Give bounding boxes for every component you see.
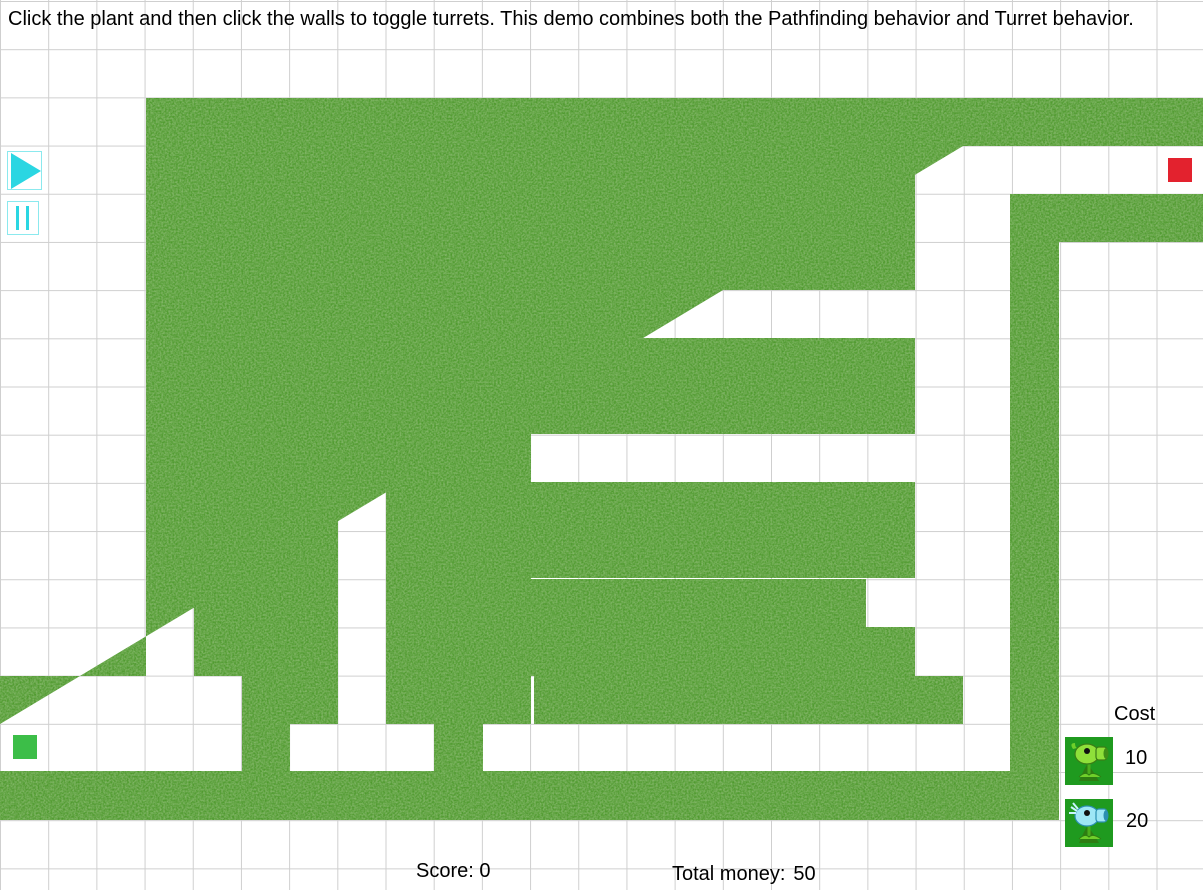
money-display: Total money: 50: [672, 863, 816, 886]
score-label: Score:: [416, 860, 474, 882]
end-marker: [1168, 158, 1192, 182]
play-button[interactable]: [7, 151, 42, 190]
grass-texture: [0, 98, 1203, 820]
money-label: Total money:: [672, 863, 786, 885]
cost-heading: Cost: [1114, 703, 1156, 725]
score-display: Score: 0: [416, 860, 491, 883]
snow-pea-plant-icon: [1065, 799, 1113, 847]
peashooter-plant-icon: [1065, 737, 1113, 785]
peashooter-plant-button[interactable]: [1065, 737, 1113, 785]
pause-button[interactable]: [7, 201, 39, 235]
pause-icon: [16, 206, 29, 230]
maze-board[interactable]: [0, 0, 1203, 890]
start-marker: [13, 735, 37, 759]
play-icon: [7, 151, 42, 190]
snow-pea-plant-button[interactable]: [1065, 799, 1113, 847]
snow-pea-cost: 20: [1126, 810, 1149, 832]
money-value: 50: [793, 863, 816, 885]
score-value: 0: [479, 860, 491, 882]
peashooter-cost: 10: [1125, 747, 1148, 769]
